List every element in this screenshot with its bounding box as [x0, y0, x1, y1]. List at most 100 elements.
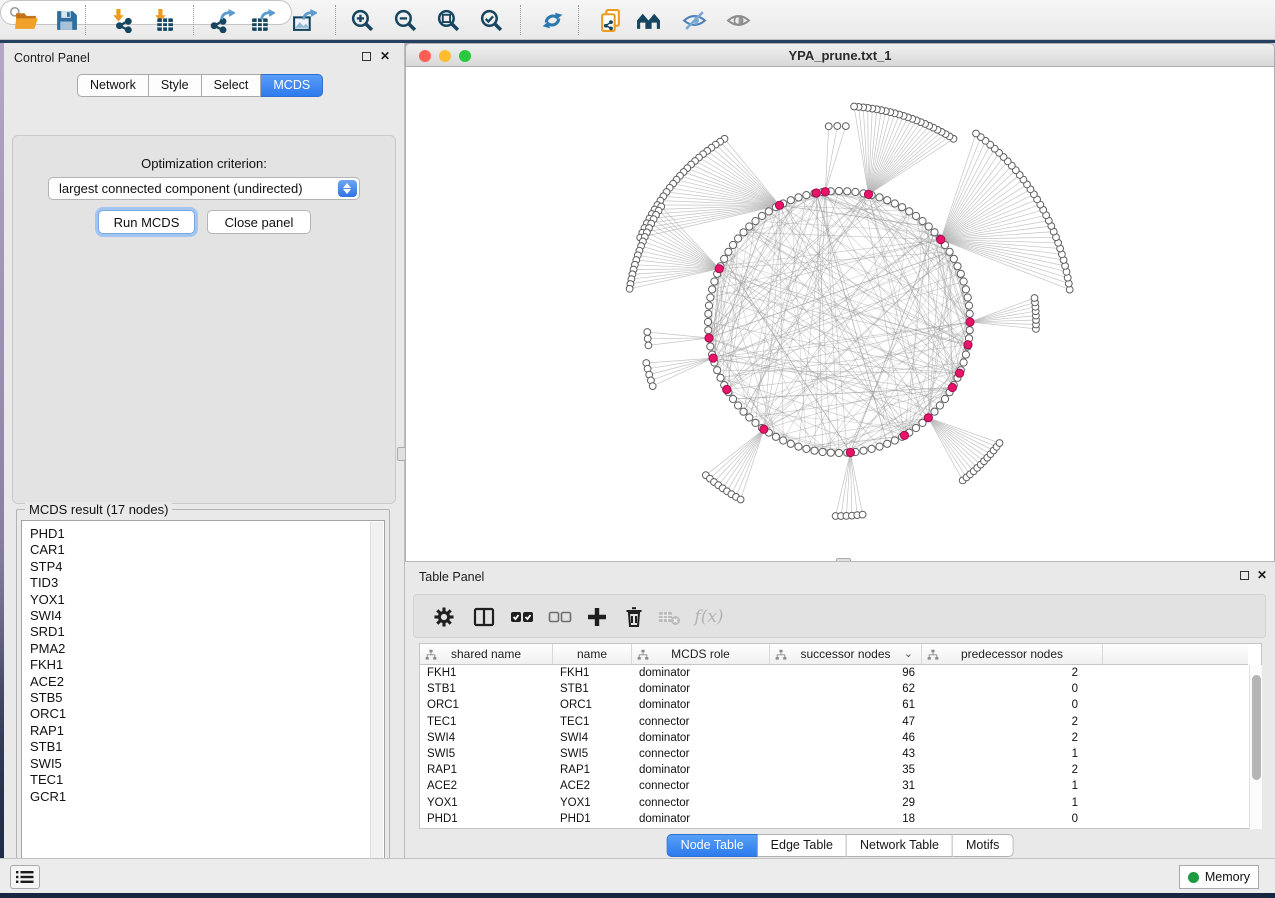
- cell-shared-name[interactable]: FKH1: [420, 665, 553, 681]
- cell-name[interactable]: RAP1: [553, 762, 632, 778]
- cell-shared-name[interactable]: STB1: [420, 681, 553, 697]
- tab-edge-table[interactable]: Edge Table: [758, 834, 847, 857]
- zoom-in-button[interactable]: [348, 7, 376, 34]
- mcds-dominator-node[interactable]: [705, 334, 713, 342]
- column-header-successor-nodes[interactable]: successor nodes⌄: [770, 644, 922, 665]
- cell-successor-nodes[interactable]: 35: [770, 762, 922, 778]
- cell-predecessor-nodes[interactable]: 2: [922, 714, 1085, 730]
- cell-shared-name[interactable]: PHD1: [420, 811, 553, 827]
- gene-node[interactable]: [835, 187, 842, 194]
- cell-predecessor-nodes[interactable]: 0: [922, 811, 1085, 827]
- mcds-dominator-node[interactable]: [846, 448, 854, 456]
- gene-node[interactable]: [891, 437, 898, 444]
- gene-node[interactable]: [725, 248, 732, 255]
- gene-node[interactable]: [711, 278, 718, 285]
- gene-node[interactable]: [707, 294, 714, 301]
- mcds-result-item[interactable]: TID3: [30, 575, 376, 591]
- gene-node[interactable]: [835, 449, 842, 456]
- gene-node[interactable]: [746, 223, 753, 230]
- cell-successor-nodes[interactable]: 62: [770, 681, 922, 697]
- gene-node[interactable]: [960, 359, 967, 366]
- cell-mcds-role[interactable]: dominator: [632, 762, 770, 778]
- mcds-result-item[interactable]: SRD1: [30, 624, 376, 640]
- gene-node[interactable]: [707, 343, 714, 350]
- float-panel-icon[interactable]: [362, 52, 371, 61]
- cell-mcds-role[interactable]: dominator: [632, 665, 770, 681]
- tab-motifs[interactable]: Motifs: [953, 834, 1013, 857]
- mcds-result-item[interactable]: FKH1: [30, 657, 376, 673]
- table-row[interactable]: FKH1FKH1dominator962: [420, 665, 1248, 681]
- gene-node[interactable]: [931, 408, 938, 415]
- task-history-button[interactable]: [10, 865, 40, 889]
- gene-node[interactable]: [752, 419, 759, 426]
- table-row[interactable]: ORC1ORC1dominator610: [420, 697, 1248, 713]
- column-header-MCDS-role[interactable]: MCDS role: [632, 644, 770, 665]
- mcds-dominator-node[interactable]: [924, 414, 932, 422]
- mcds-dominator-node[interactable]: [956, 369, 964, 377]
- gene-node[interactable]: [735, 402, 742, 409]
- cell-shared-name[interactable]: RAP1: [420, 762, 553, 778]
- gene-node[interactable]: [960, 278, 967, 285]
- gene-node[interactable]: [811, 447, 818, 454]
- gene-node[interactable]: [962, 286, 969, 293]
- gene-node[interactable]: [954, 263, 961, 270]
- mcds-result-item[interactable]: ACE2: [30, 674, 376, 690]
- select-all-rows-button[interactable]: [509, 605, 535, 629]
- gene-node[interactable]: [884, 197, 891, 204]
- gene-node[interactable]: [941, 395, 948, 402]
- gene-node[interactable]: [714, 367, 721, 374]
- table-row[interactable]: SWI5SWI5connector431: [420, 746, 1248, 762]
- mcds-dominator-node[interactable]: [937, 236, 945, 244]
- satellite-gene-node[interactable]: [645, 342, 652, 349]
- gene-node[interactable]: [965, 302, 972, 309]
- tab-select[interactable]: Select: [202, 74, 262, 97]
- tab-mcds[interactable]: MCDS: [261, 74, 323, 97]
- gene-node[interactable]: [772, 433, 779, 440]
- satellite-gene-node[interactable]: [859, 511, 866, 518]
- cell-predecessor-nodes[interactable]: 2: [922, 762, 1085, 778]
- cell-name[interactable]: ORC1: [553, 697, 632, 713]
- satellite-gene-node[interactable]: [626, 285, 633, 292]
- gene-node[interactable]: [912, 424, 919, 431]
- import-table-button[interactable]: [148, 7, 176, 34]
- gene-node[interactable]: [946, 248, 953, 255]
- cell-predecessor-nodes[interactable]: 1: [922, 778, 1085, 794]
- gene-node[interactable]: [709, 286, 716, 293]
- gene-node[interactable]: [891, 200, 898, 207]
- satellite-gene-node[interactable]: [644, 335, 651, 342]
- cell-name[interactable]: PHD1: [553, 811, 632, 827]
- gene-node[interactable]: [906, 208, 913, 215]
- mcds-dominator-node[interactable]: [900, 431, 908, 439]
- gene-node[interactable]: [746, 414, 753, 421]
- gene-node[interactable]: [752, 218, 759, 225]
- gene-node[interactable]: [876, 443, 883, 450]
- gene-node[interactable]: [758, 212, 765, 219]
- network-view-canvas[interactable]: [405, 67, 1275, 561]
- mcds-dominator-node[interactable]: [821, 188, 829, 196]
- mcds-result-item[interactable]: CAR1: [30, 542, 376, 558]
- cell-name[interactable]: TEC1: [553, 714, 632, 730]
- gene-node[interactable]: [780, 437, 787, 444]
- cell-name[interactable]: STB1: [553, 681, 632, 697]
- satellite-gene-node[interactable]: [973, 130, 980, 137]
- satellite-gene-node[interactable]: [842, 123, 849, 130]
- gene-node[interactable]: [966, 327, 973, 334]
- split-panel-button[interactable]: [471, 605, 497, 629]
- gene-node[interactable]: [705, 310, 712, 317]
- mcds-result-item[interactable]: SWI4: [30, 608, 376, 624]
- cell-shared-name[interactable]: ORC1: [420, 697, 553, 713]
- cell-successor-nodes[interactable]: 96: [770, 665, 922, 681]
- gene-node[interactable]: [844, 188, 851, 195]
- mcds-result-list[interactable]: PHD1CAR1STP4TID3YOX1SWI4SRD1PMA2FKH1ACE2…: [21, 520, 385, 875]
- table-float-panel-icon[interactable]: [1240, 571, 1249, 580]
- zoom-out-button[interactable]: [391, 7, 419, 34]
- mcds-dominator-node[interactable]: [760, 425, 768, 433]
- mcds-result-item[interactable]: PHD1: [30, 526, 376, 542]
- cell-mcds-role[interactable]: dominator: [632, 730, 770, 746]
- mcds-result-scrollbar[interactable]: [370, 522, 383, 875]
- cell-mcds-role[interactable]: dominator: [632, 681, 770, 697]
- cell-successor-nodes[interactable]: 18: [770, 811, 922, 827]
- network-window-titlebar[interactable]: YPA_prune.txt_1: [405, 43, 1275, 67]
- refresh-layout-button[interactable]: [538, 7, 566, 34]
- cell-name[interactable]: SWI4: [553, 730, 632, 746]
